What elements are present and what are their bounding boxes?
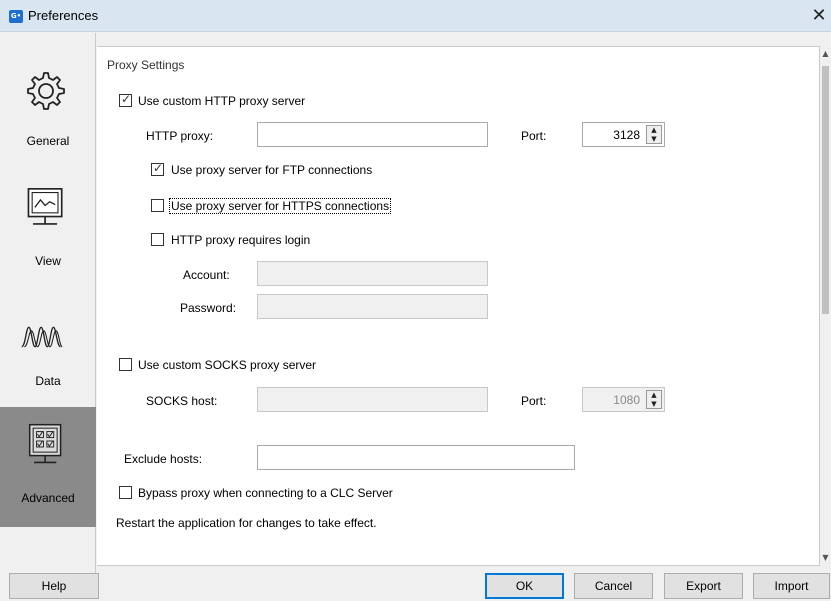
sidebar-item-label: Advanced	[21, 491, 75, 505]
socks-port-stepper[interactable]: 1080 ▲ ▼	[582, 387, 665, 412]
http-port-value: 3128	[613, 128, 640, 142]
socks-host-label: SOCKS host:	[146, 394, 218, 408]
export-button[interactable]: Export	[664, 573, 743, 599]
sidebar-item-label: View	[35, 254, 61, 268]
ftp-proxy-label: Use proxy server for FTP connections	[171, 163, 373, 177]
sidebar-item-data[interactable]: Data	[0, 273, 96, 393]
help-button[interactable]: Help	[9, 573, 99, 599]
spinner-arrows-icon[interactable]: ▲ ▼	[646, 390, 662, 409]
bypass-proxy-checkbox[interactable]	[119, 486, 132, 499]
sidebar-item-view[interactable]: View	[0, 153, 96, 273]
account-label: Account:	[183, 268, 230, 282]
cancel-button[interactable]: Cancel	[574, 573, 653, 599]
gear-icon	[27, 72, 65, 110]
http-proxy-field[interactable]	[257, 122, 488, 147]
password-label: Password:	[180, 301, 237, 315]
http-port-label: Port:	[521, 129, 547, 143]
use-socks-checkbox[interactable]	[119, 358, 132, 371]
restart-note: Restart the application for changes to t…	[116, 516, 377, 530]
proxy-login-label: HTTP proxy requires login	[171, 233, 311, 247]
use-http-proxy-label: Use custom HTTP proxy server	[138, 94, 306, 108]
check-icon: ✓	[153, 161, 164, 175]
checklist-monitor-icon	[28, 423, 62, 464]
ftp-proxy-checkbox[interactable]: ✓	[151, 161, 164, 176]
check-icon: ✓	[121, 92, 132, 106]
scrollbar-thumb[interactable]	[822, 66, 829, 314]
title-bar: G• Preferences ✕	[0, 0, 831, 32]
scroll-down-icon[interactable]: ▼	[820, 552, 831, 564]
bypass-proxy-label: Bypass proxy when connecting to a CLC Se…	[138, 486, 393, 500]
close-icon[interactable]: ✕	[808, 4, 830, 28]
account-field[interactable]	[257, 261, 488, 286]
http-proxy-input[interactable]	[258, 123, 487, 146]
exclude-hosts-label: Exclude hosts:	[124, 452, 203, 466]
spinner-arrows-icon[interactable]: ▲ ▼	[646, 125, 662, 144]
socks-port-value: 1080	[613, 393, 640, 407]
password-input[interactable]	[258, 295, 487, 318]
https-proxy-checkbox[interactable]	[151, 199, 164, 212]
import-button[interactable]: Import	[753, 573, 830, 599]
account-input[interactable]	[258, 262, 487, 285]
use-socks-label: Use custom SOCKS proxy server	[138, 358, 317, 372]
ok-button[interactable]: OK	[485, 573, 564, 599]
use-http-proxy-checkbox[interactable]: ✓	[119, 92, 132, 107]
scroll-up-icon[interactable]: ▲	[820, 48, 831, 60]
exclude-hosts-input[interactable]	[258, 446, 574, 469]
http-proxy-label: HTTP proxy:	[146, 129, 214, 143]
https-proxy-label: Use proxy server for HTTPS connections	[169, 198, 392, 214]
http-port-stepper[interactable]: 3128 ▲ ▼	[582, 122, 665, 147]
window-title: Preferences	[28, 8, 99, 23]
socks-host-field[interactable]	[257, 387, 488, 412]
vertical-scrollbar[interactable]: ▲ ▼	[820, 46, 831, 566]
sidebar-item-label: General	[26, 134, 70, 148]
exclude-hosts-field[interactable]	[257, 445, 575, 470]
sidebar-item-advanced[interactable]: Advanced	[0, 407, 96, 527]
monitor-chart-icon	[27, 188, 63, 225]
section-title: Proxy Settings	[107, 58, 185, 72]
sidebar-item-label: Data	[35, 374, 61, 388]
socks-port-label: Port:	[521, 394, 547, 408]
proxy-login-checkbox[interactable]	[151, 233, 164, 246]
waveform-icon	[21, 326, 63, 348]
sidebar-item-general[interactable]: General	[0, 33, 96, 153]
password-field[interactable]	[257, 294, 488, 319]
app-icon: G•	[9, 10, 23, 23]
sidebar: General View Data Advanced	[0, 33, 96, 587]
socks-host-input[interactable]	[258, 388, 487, 411]
